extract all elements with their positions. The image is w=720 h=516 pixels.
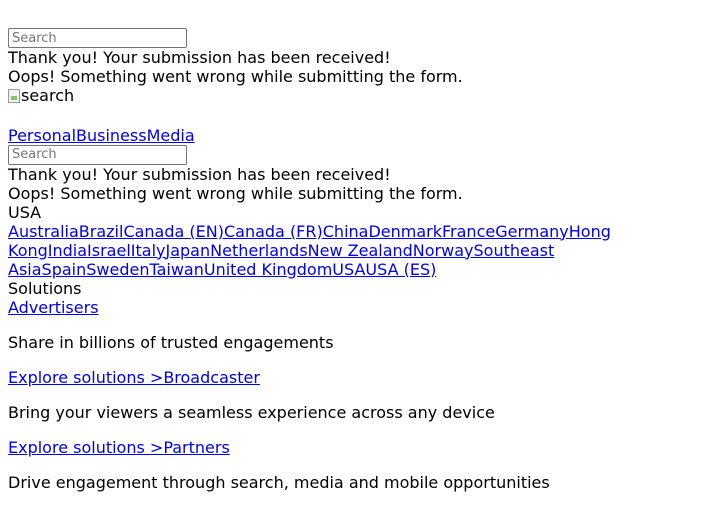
country-link[interactable]: Norway (413, 241, 474, 260)
country-link[interactable]: Germany (495, 222, 569, 241)
country-link[interactable]: United Kingdom (204, 260, 332, 279)
country-list: AustraliaBrazilCanada (EN)Canada (FR)Chi… (8, 222, 628, 279)
search-image[interactable]: search (8, 86, 74, 105)
country-link[interactable]: Japan (166, 241, 211, 260)
broken-image-icon (8, 88, 20, 103)
solution-description-broadcaster: Bring your viewers a seamless experience… (8, 402, 495, 422)
country-link[interactable]: Canada (EN) (123, 222, 224, 241)
explore-solutions-link[interactable]: Explore solutions > (8, 368, 163, 387)
country-link[interactable]: Netherlands (210, 241, 308, 260)
country-link[interactable]: Canada (FR) (224, 222, 323, 241)
tab-business[interactable]: Business (76, 126, 147, 145)
page: Thank you! Your submission has been rece… (0, 0, 720, 516)
country-link[interactable]: USA (ES) (365, 260, 436, 279)
top-spacer (8, 8, 712, 28)
solution-title-partners[interactable]: Partners (163, 438, 229, 457)
solution-title-advertisers[interactable]: Advertisers (8, 298, 712, 317)
country-link[interactable]: Brazil (79, 222, 124, 241)
country-link[interactable]: Spain (42, 260, 87, 279)
region-current[interactable]: USA (8, 203, 712, 222)
search-input[interactable] (8, 28, 187, 48)
form-success-message: Thank you! Your submission has been rece… (8, 48, 391, 67)
country-link[interactable]: Denmark (368, 222, 442, 241)
tab-personal[interactable]: Personal (8, 126, 76, 145)
country-link[interactable]: Australia (8, 222, 79, 241)
explore-solutions-link[interactable]: Explore solutions > (8, 438, 163, 457)
solution-title-broadcaster[interactable]: Broadcaster (163, 368, 260, 387)
solution-links-row: Explore solutions >Broadcaster (8, 368, 712, 387)
country-link[interactable]: New Zealand (308, 241, 413, 260)
solution-links-row: Explore solutions >Partners (8, 438, 712, 457)
country-link[interactable]: Israel (87, 241, 131, 260)
nav-tabs: PersonalBusinessMedia (8, 126, 712, 145)
search-image-alt: search (21, 86, 75, 105)
form-error-message: Oops! Something went wrong while submitt… (8, 67, 463, 86)
country-link[interactable]: Sweden (86, 260, 149, 279)
form-success-message-secondary: Thank you! Your submission has been rece… (8, 164, 391, 184)
country-link[interactable]: China (323, 222, 369, 241)
country-link[interactable]: USA (332, 260, 365, 279)
country-link[interactable]: Taiwan (149, 260, 203, 279)
solutions-heading: Solutions (8, 278, 82, 298)
country-link[interactable]: France (442, 222, 495, 241)
solution-description-partners: Drive engagement through search, media a… (8, 472, 550, 492)
country-link[interactable]: India (48, 241, 87, 260)
country-link[interactable]: Italy (131, 241, 166, 260)
tab-media[interactable]: Media (147, 126, 195, 145)
search-input-secondary[interactable] (8, 144, 187, 165)
solution-description-advertisers: Share in billions of trusted engagements (8, 332, 334, 352)
form-error-message-secondary: Oops! Something went wrong while submitt… (8, 183, 463, 203)
